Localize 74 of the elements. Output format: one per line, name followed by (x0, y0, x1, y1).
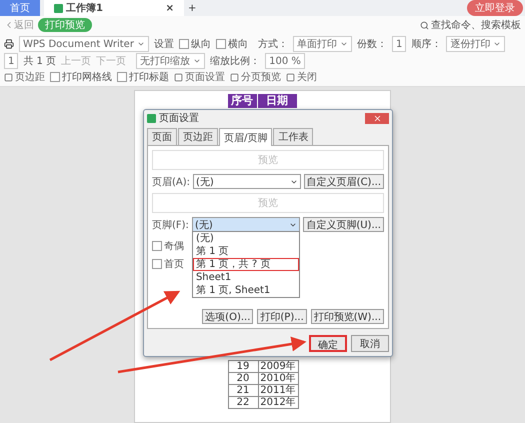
field-label: 份数： (356, 38, 387, 51)
checkbox[interactable]: 首页 (152, 257, 184, 271)
page-icon (4, 72, 13, 82)
cancel-button[interactable]: 取消 (351, 335, 389, 352)
chevron-down-icon (136, 40, 145, 48)
field-label: 方式： (258, 38, 288, 51)
toolbar-button[interactable]: 分页预览 (230, 70, 281, 84)
custom-footer-button[interactable]: 自定义页脚(U)... (303, 217, 384, 232)
footer-preview: 预览 (152, 193, 384, 213)
column-header: 日期 (258, 94, 298, 108)
checkbox[interactable]: 打印网格线 (50, 70, 112, 84)
ok-button[interactable]: 确定 (309, 335, 347, 352)
table-cell: 2011年 (258, 384, 298, 397)
dropdown[interactable]: 逐份打印 (446, 36, 506, 52)
mode-badge: 打印预览 (38, 18, 92, 32)
page-icon (230, 72, 239, 82)
table-cell: 2010年 (258, 372, 298, 385)
search-button[interactable]: 查找命令、搜索模板 (420, 18, 521, 32)
close-icon (372, 114, 382, 122)
custom-header-button[interactable]: 自定义页眉(C)... (304, 174, 384, 189)
tab-label: 首页 (10, 2, 30, 15)
chevron-down-icon (193, 57, 202, 65)
tab[interactable]: 页面 (147, 128, 177, 145)
page-icon (174, 72, 183, 82)
sheet-icon (54, 4, 63, 12)
field-label: 缩放比例： (210, 54, 260, 68)
tab[interactable]: 工作簿1 × (44, 0, 184, 16)
tab[interactable]: 页眉/页脚 (219, 128, 272, 146)
new-tab-button[interactable]: + (188, 2, 196, 14)
table-cell: 22 (228, 396, 258, 409)
toolbar-button[interactable]: 关闭 (286, 70, 317, 84)
dropdown-option[interactable]: 第 1 页, Sheet1 (192, 284, 300, 297)
close-button[interactable] (365, 112, 389, 124)
tab[interactable]: 页边距 (178, 128, 218, 145)
toolbar-button[interactable]: 设置 (154, 37, 174, 51)
printer-icon (4, 39, 14, 49)
checkbox[interactable]: 纵向 (178, 37, 211, 51)
dialog-button[interactable]: 打印预览(W)... (310, 309, 384, 324)
dropdown-option[interactable]: 第 1 页，共 ? 页 (192, 258, 300, 271)
page-icon (286, 72, 295, 82)
dropdown[interactable]: 单面打印 (292, 36, 352, 52)
dialog-title: 页面设置 (159, 112, 199, 125)
dropdown-option[interactable]: Sheet1 (192, 271, 300, 284)
dropdown[interactable]: (无) (193, 174, 301, 189)
input-field[interactable]: 1 (4, 53, 18, 69)
chevron-down-icon (493, 40, 502, 48)
tab-label: 工作簿1 (66, 2, 103, 15)
search-icon (420, 20, 429, 30)
field-label: 页眉(A): (152, 176, 190, 188)
tab[interactable]: 工作表 (273, 128, 314, 145)
checkbox[interactable]: 打印标题 (117, 70, 169, 84)
checkbox[interactable]: 横向 (216, 37, 248, 51)
dropdown-option[interactable]: 第 1 页 (192, 245, 300, 258)
toolbar-button[interactable]: 页面设置 (174, 70, 225, 84)
field-label: 页脚(F): (152, 218, 189, 232)
table-cell: 2009年 (258, 360, 298, 373)
input-field[interactable]: 1 (392, 36, 406, 52)
header-preview: 预览 (152, 150, 384, 170)
table-cell: 2012年 (258, 396, 298, 409)
dialog-button[interactable]: 选项(O)... (202, 309, 254, 324)
field-label: 顺序： (411, 38, 442, 51)
dialog-button[interactable]: 打印(P)... (257, 309, 307, 324)
input-field[interactable]: 100 % (265, 53, 305, 69)
checkbox[interactable]: 奇偶 (152, 239, 184, 253)
chevron-down-icon (340, 40, 348, 48)
column-header: 序号 (228, 94, 258, 108)
dropdown-option[interactable]: (无) (192, 232, 300, 245)
app-icon (147, 114, 156, 122)
dropdown[interactable]: WPS Document Writer (19, 36, 149, 52)
close-tab[interactable]: × (166, 2, 174, 14)
dropdown[interactable]: 无打印缩放 (136, 53, 206, 69)
table-cell: 19 (228, 360, 258, 373)
toolbar-button[interactable]: 页边距 (4, 70, 45, 84)
page-count: 共 1 页 (23, 54, 56, 68)
